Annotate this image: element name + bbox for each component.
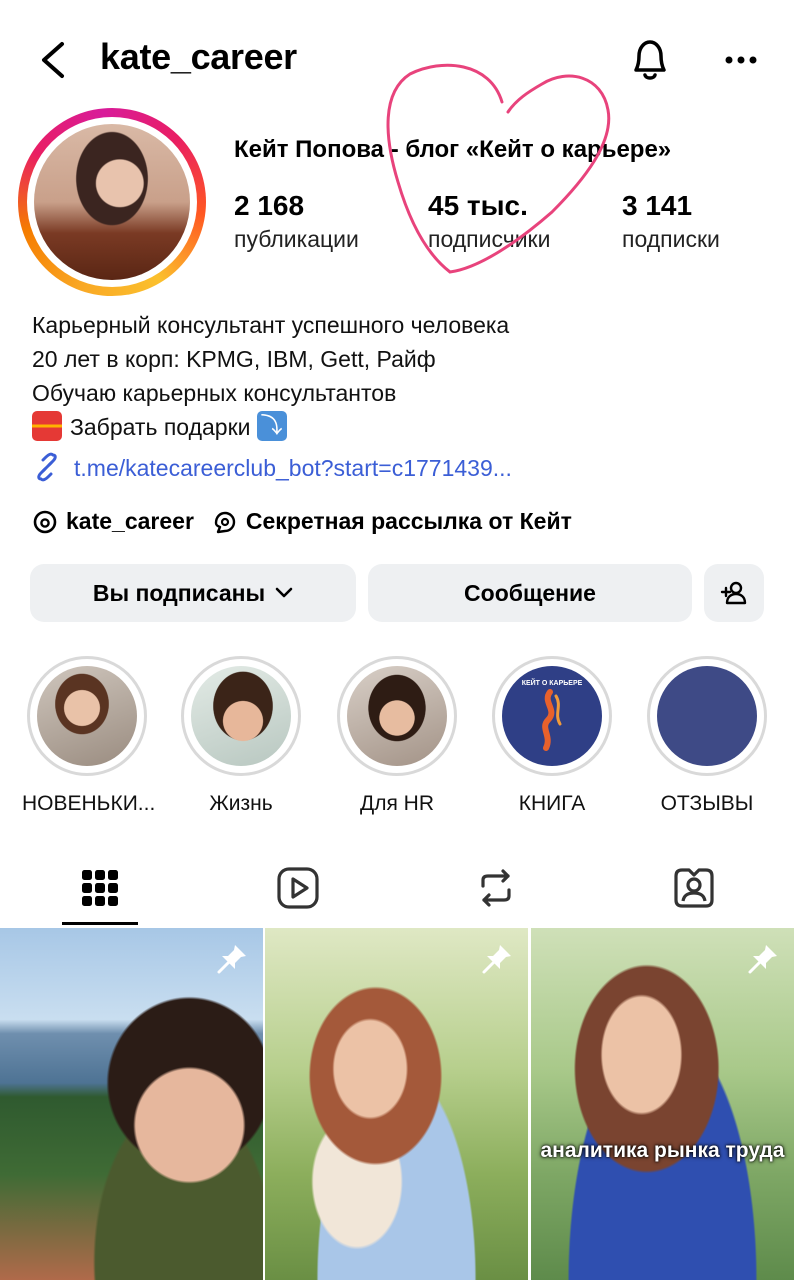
highlight-item[interactable]: ОТЗЫВЫ <box>642 656 772 816</box>
posts-count[interactable]: 2 168 публикации <box>234 190 359 253</box>
post-tile[interactable] <box>0 928 263 1280</box>
profile-username-title: kate_career <box>100 36 297 77</box>
highlight-cover <box>347 666 447 766</box>
tab-tagged[interactable] <box>656 850 732 926</box>
tab-posts-grid[interactable] <box>62 850 138 926</box>
bio-line: 20 лет в корп: KPMG, IBM, Gett, Райф <box>32 346 436 372</box>
message-button[interactable]: Сообщение <box>368 564 692 622</box>
post-tile[interactable]: аналитика рынка труда <box>531 928 794 1280</box>
grid-icon <box>82 870 118 906</box>
top-bar: kate_career <box>0 0 794 118</box>
highlight-label: КНИГА <box>518 792 586 815</box>
tagged-icon <box>674 868 714 908</box>
following-label: Вы подписаны <box>92 579 266 606</box>
highlight-ring: КЕЙТ О КАРЬЕРЕ <box>492 656 612 776</box>
pin-icon <box>482 945 511 974</box>
stat-value: 45 тыс. <box>428 190 528 221</box>
add-person-icon <box>720 581 747 605</box>
reels-icon <box>277 867 319 909</box>
stat-value: 3 141 <box>622 190 693 221</box>
highlight-item[interactable]: Жизнь <box>176 656 306 816</box>
post-image <box>0 928 263 1280</box>
pin-icon <box>217 945 246 974</box>
gift-icon <box>32 411 62 441</box>
profile-full-name: Кейт Попова - блог «Кейт о карьере» <box>234 136 672 163</box>
broadcast-channel-icon[interactable] <box>212 509 238 535</box>
post-image <box>265 928 528 1280</box>
stat-value: 2 168 <box>234 190 305 221</box>
stat-label: публикации <box>234 226 359 252</box>
active-tab-indicator <box>62 922 138 925</box>
following-count[interactable]: 3 141 подписки <box>622 190 720 253</box>
bio-line: Забрать подарки <box>70 414 251 440</box>
threads-handle[interactable]: kate_career <box>66 508 194 535</box>
book-art-icon <box>542 689 562 751</box>
bio-gift-line: Забрать подарки <box>32 410 509 444</box>
bio-line: Обучаю карьерных консультантов <box>32 380 397 406</box>
post-image <box>531 928 794 1280</box>
stat-label: подписки <box>622 226 720 252</box>
pin-icon <box>748 945 777 974</box>
channel-label[interactable]: Секретная рассылка от Кейт <box>246 508 572 535</box>
highlight-ring <box>337 656 457 776</box>
highlight-item[interactable]: НОВЕНЬКИ... <box>22 656 156 816</box>
followers-count[interactable]: 45 тыс. подписчики <box>428 190 550 253</box>
post-tile[interactable] <box>265 928 528 1280</box>
post-caption: аналитика рынка труда <box>540 1139 785 1162</box>
link-text: t.me/katecareerclub_bot?start=c1771439..… <box>74 455 512 481</box>
highlight-label: ОТЗЫВЫ <box>660 792 754 815</box>
stat-label: подписчики <box>428 226 551 252</box>
profile-link[interactable]: t.me/katecareerclub_bot?start=c1771439..… <box>32 452 512 482</box>
link-icon <box>37 452 57 482</box>
highlight-item[interactable]: КЕЙТ О КАРЬЕРЕ КНИГА <box>487 656 617 816</box>
arrow-down-right-icon <box>256 410 287 444</box>
highlight-label: НОВЕНЬКИ... <box>22 792 156 815</box>
avatar-photo <box>34 124 190 280</box>
highlight-ring <box>181 656 301 776</box>
highlight-label: Для HR <box>359 792 434 815</box>
bell-icon[interactable] <box>626 34 674 84</box>
profile-tabs <box>0 850 794 926</box>
chevron-down-icon <box>275 587 293 598</box>
suggest-people-button[interactable] <box>704 564 764 622</box>
highlight-cover <box>657 666 757 766</box>
highlight-label: Жизнь <box>209 792 273 815</box>
profile-avatar[interactable] <box>18 108 206 296</box>
profile-mentions-row: kate_career Секретная рассылка от Кейт <box>32 508 572 535</box>
highlight-cover <box>191 666 291 766</box>
highlight-item[interactable]: Для HR <box>332 656 462 816</box>
profile-bio: Карьерный консультант успешного человека… <box>32 308 509 444</box>
more-options-icon[interactable] <box>716 40 766 80</box>
posts-grid: аналитика рынка труда <box>0 928 794 1280</box>
following-button[interactable]: Вы подписаны <box>30 564 356 622</box>
tab-reposts[interactable] <box>458 850 534 926</box>
bio-line: Карьерный консультант успешного человека <box>32 312 510 338</box>
highlight-ring <box>647 656 767 776</box>
reposts-icon <box>481 869 511 907</box>
book-cover: КЕЙТ О КАРЬЕРЕ <box>502 666 602 766</box>
threads-icon[interactable] <box>32 509 58 535</box>
highlight-cover <box>37 666 137 766</box>
message-label: Сообщение <box>464 579 596 606</box>
back-arrow-icon[interactable] <box>34 38 74 82</box>
highlight-ring <box>27 656 147 776</box>
tab-reels[interactable] <box>260 850 336 926</box>
